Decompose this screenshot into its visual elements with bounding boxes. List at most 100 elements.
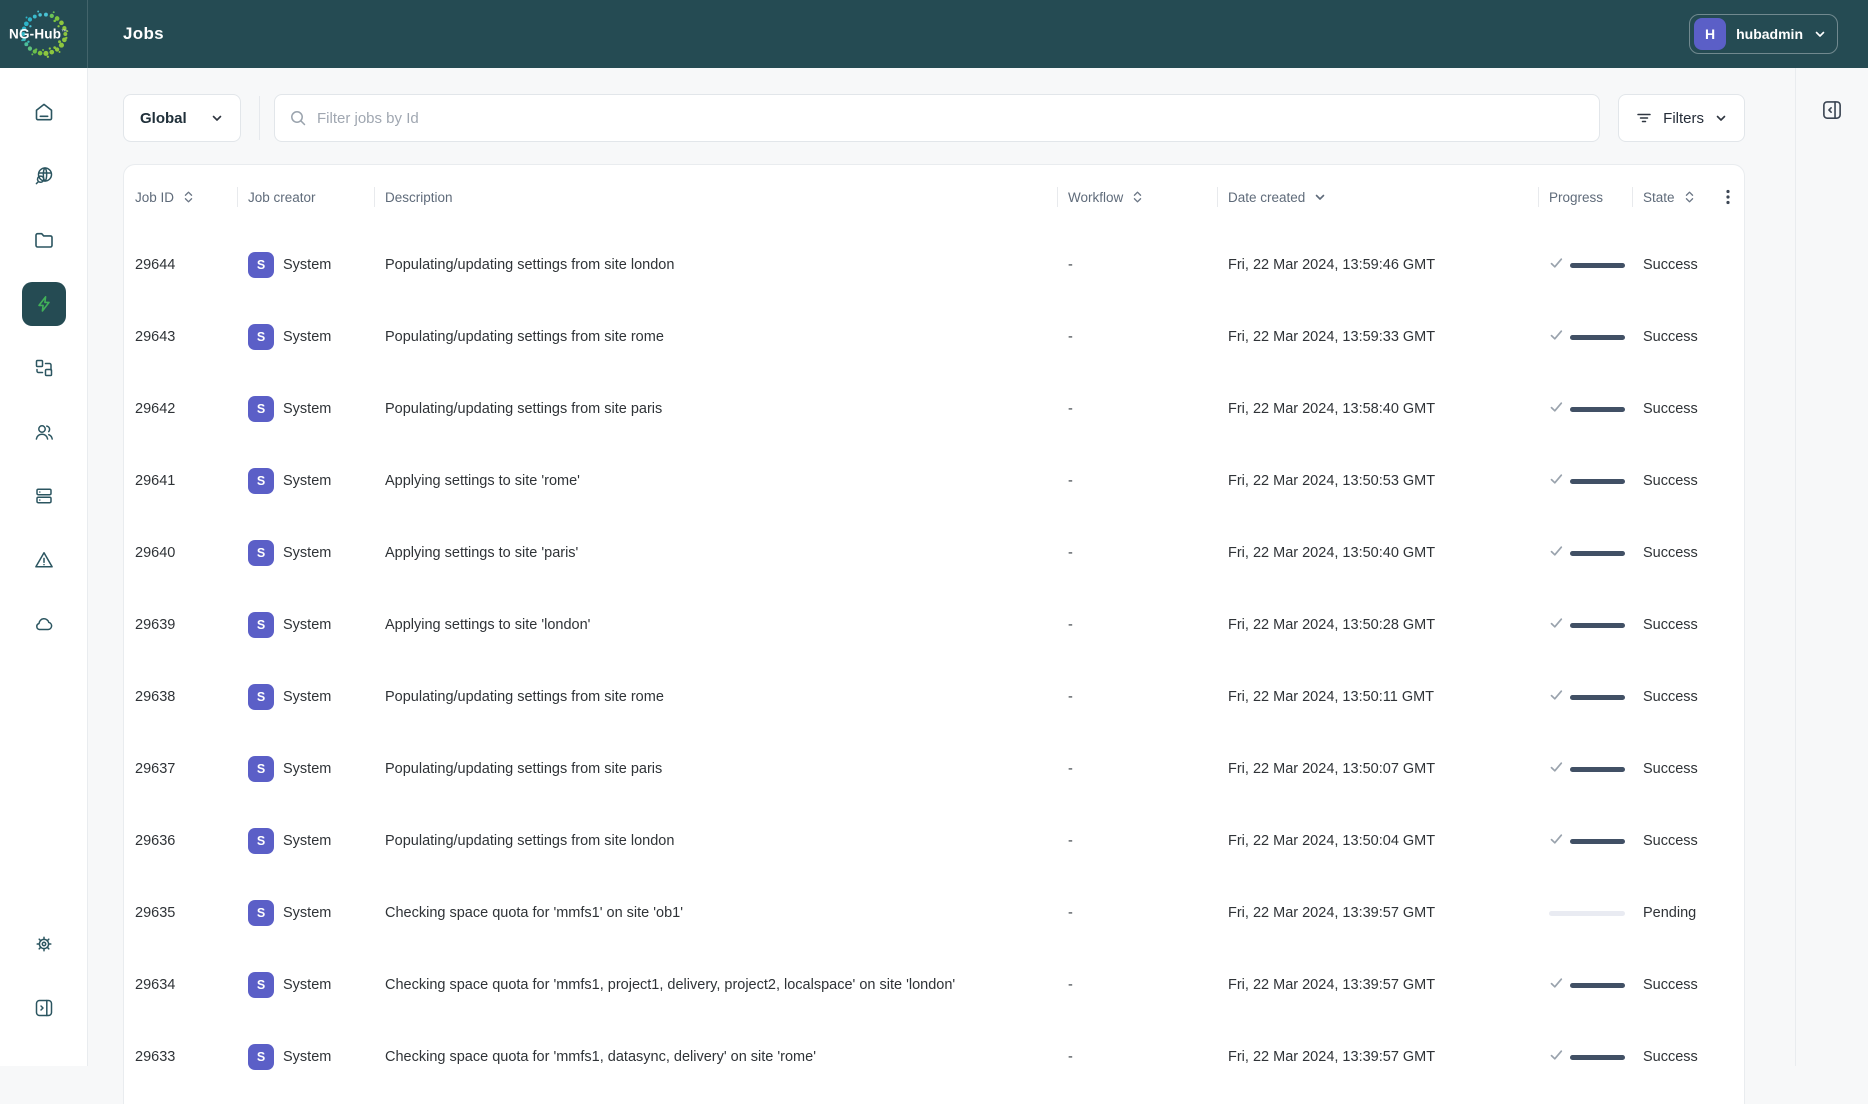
- state-cell: Success: [1632, 545, 1710, 561]
- creator-avatar: S: [248, 468, 274, 494]
- column-settings-button[interactable]: [1710, 165, 1745, 229]
- state-cell: Success: [1632, 473, 1710, 489]
- filter-icon: [1635, 109, 1653, 127]
- table-row[interactable]: 29640 S System Applying settings to site…: [124, 517, 1744, 589]
- description-cell: Applying settings to site 'paris': [374, 545, 1057, 561]
- sidebar-item-jobs[interactable]: [22, 282, 66, 326]
- app-logo[interactable]: NG-Hub™: [0, 0, 88, 68]
- servers-icon: [32, 484, 56, 508]
- description-cell: Populating/updating settings from site r…: [374, 689, 1057, 705]
- sidebar-item-discover[interactable]: [22, 154, 66, 198]
- job-creator-cell: S System: [237, 468, 374, 494]
- column-header-description[interactable]: Description: [374, 165, 1057, 229]
- workflow-cell: -: [1057, 1049, 1217, 1065]
- table-row[interactable]: 29635 S System Checking space quota for …: [124, 877, 1744, 949]
- progress-bar: [1570, 551, 1625, 556]
- workflow-cell: -: [1057, 329, 1217, 345]
- creator-avatar: S: [248, 324, 274, 350]
- date-created-cell: Fri, 22 Mar 2024, 13:50:07 GMT: [1217, 761, 1538, 777]
- table-row[interactable]: 29637 S System Populating/updating setti…: [124, 733, 1744, 805]
- description-cell: Checking space quota for 'mmfs1, project…: [374, 977, 1057, 993]
- check-icon: [1549, 472, 1564, 490]
- sidebar-item-alerts[interactable]: [22, 538, 66, 582]
- job-id-cell: 29641: [124, 473, 237, 489]
- progress-cell: [1538, 1048, 1632, 1066]
- job-id-cell: 29640: [124, 545, 237, 561]
- description-cell: Populating/updating settings from site p…: [374, 401, 1057, 417]
- page-title: Jobs: [123, 24, 164, 44]
- table-row[interactable]: 29642 S System Populating/updating setti…: [124, 373, 1744, 445]
- sidebar-collapse-toggle[interactable]: [22, 986, 66, 1030]
- sidebar-item-cloud[interactable]: [22, 602, 66, 646]
- sort-icon[interactable]: [182, 190, 195, 204]
- column-header-job-creator[interactable]: Job creator: [237, 165, 374, 229]
- settings-gear-icon: [32, 932, 56, 956]
- job-id-cell: 29643: [124, 329, 237, 345]
- sidebar-item-storage[interactable]: [22, 474, 66, 518]
- table-row[interactable]: 29644 S System Populating/updating setti…: [124, 229, 1744, 301]
- filters-button[interactable]: Filters: [1618, 94, 1745, 142]
- creator-name: System: [283, 905, 331, 921]
- state-cell: Success: [1632, 1049, 1710, 1065]
- globe-search-icon: [32, 164, 56, 188]
- sidebar-item-resources[interactable]: [22, 346, 66, 390]
- state-cell: Success: [1632, 401, 1710, 417]
- table-header-row: Job ID Job creator Description Workflow …: [124, 165, 1744, 229]
- sidebar-item-files[interactable]: [22, 218, 66, 262]
- creator-avatar: S: [248, 1044, 274, 1070]
- job-id-cell: 29635: [124, 905, 237, 921]
- details-panel-toggle[interactable]: [1816, 94, 1848, 126]
- sort-icon[interactable]: [1313, 190, 1327, 204]
- kebab-menu-icon: [1720, 188, 1736, 206]
- sidebar-item-users[interactable]: [22, 410, 66, 454]
- table-row[interactable]: 29639 S System Applying settings to site…: [124, 589, 1744, 661]
- date-created-cell: Fri, 22 Mar 2024, 13:50:28 GMT: [1217, 617, 1538, 633]
- progress-bar: [1570, 767, 1625, 772]
- table-row[interactable]: 29636 S System Populating/updating setti…: [124, 805, 1744, 877]
- check-icon: [1549, 328, 1564, 346]
- users-icon: [32, 420, 56, 444]
- progress-cell: [1538, 544, 1632, 562]
- date-created-cell: Fri, 22 Mar 2024, 13:58:40 GMT: [1217, 401, 1538, 417]
- resources-icon: [32, 356, 56, 380]
- top-bar: NG-Hub™ Jobs H hubadmin: [0, 0, 1868, 68]
- table-row[interactable]: 29641 S System Applying settings to site…: [124, 445, 1744, 517]
- job-creator-cell: S System: [237, 684, 374, 710]
- check-icon: [1549, 976, 1564, 994]
- state-cell: Success: [1632, 689, 1710, 705]
- workflow-cell: -: [1057, 905, 1217, 921]
- table-row[interactable]: 29638 S System Populating/updating setti…: [124, 661, 1744, 733]
- table-row[interactable]: 29633 S System Checking space quota for …: [124, 1021, 1744, 1093]
- job-id-cell: 29637: [124, 761, 237, 777]
- table-row[interactable]: 29634 S System Checking space quota for …: [124, 949, 1744, 1021]
- job-creator-cell: S System: [237, 828, 374, 854]
- state-cell: Success: [1632, 761, 1710, 777]
- workflow-cell: -: [1057, 617, 1217, 633]
- column-header-workflow[interactable]: Workflow: [1057, 165, 1217, 229]
- sort-icon[interactable]: [1683, 190, 1696, 204]
- chevron-down-icon: [1813, 27, 1827, 41]
- job-creator-cell: S System: [237, 756, 374, 782]
- progress-cell: [1538, 688, 1632, 706]
- job-id-cell: 29644: [124, 257, 237, 273]
- state-cell: Success: [1632, 833, 1710, 849]
- state-cell: Success: [1632, 257, 1710, 273]
- sort-icon[interactable]: [1131, 190, 1144, 204]
- creator-avatar: S: [248, 972, 274, 998]
- sidebar-item-settings[interactable]: [22, 922, 66, 966]
- search-input[interactable]: [317, 110, 1585, 127]
- state-cell: Success: [1632, 617, 1710, 633]
- check-icon: [1549, 544, 1564, 562]
- column-header-job-id[interactable]: Job ID: [124, 165, 237, 229]
- user-menu-button[interactable]: H hubadmin: [1689, 14, 1838, 54]
- job-id-cell: 29642: [124, 401, 237, 417]
- sidebar-item-home[interactable]: [22, 90, 66, 134]
- creator-name: System: [283, 833, 331, 849]
- main-content: Global Filters Job ID Job creator Descri…: [88, 68, 1795, 1066]
- column-header-state[interactable]: State: [1632, 165, 1710, 229]
- column-header-progress[interactable]: Progress: [1538, 165, 1632, 229]
- description-cell: Populating/updating settings from site l…: [374, 257, 1057, 273]
- table-row[interactable]: 29643 S System Populating/updating setti…: [124, 301, 1744, 373]
- column-header-date-created[interactable]: Date created: [1217, 165, 1538, 229]
- scope-selector[interactable]: Global: [123, 94, 241, 142]
